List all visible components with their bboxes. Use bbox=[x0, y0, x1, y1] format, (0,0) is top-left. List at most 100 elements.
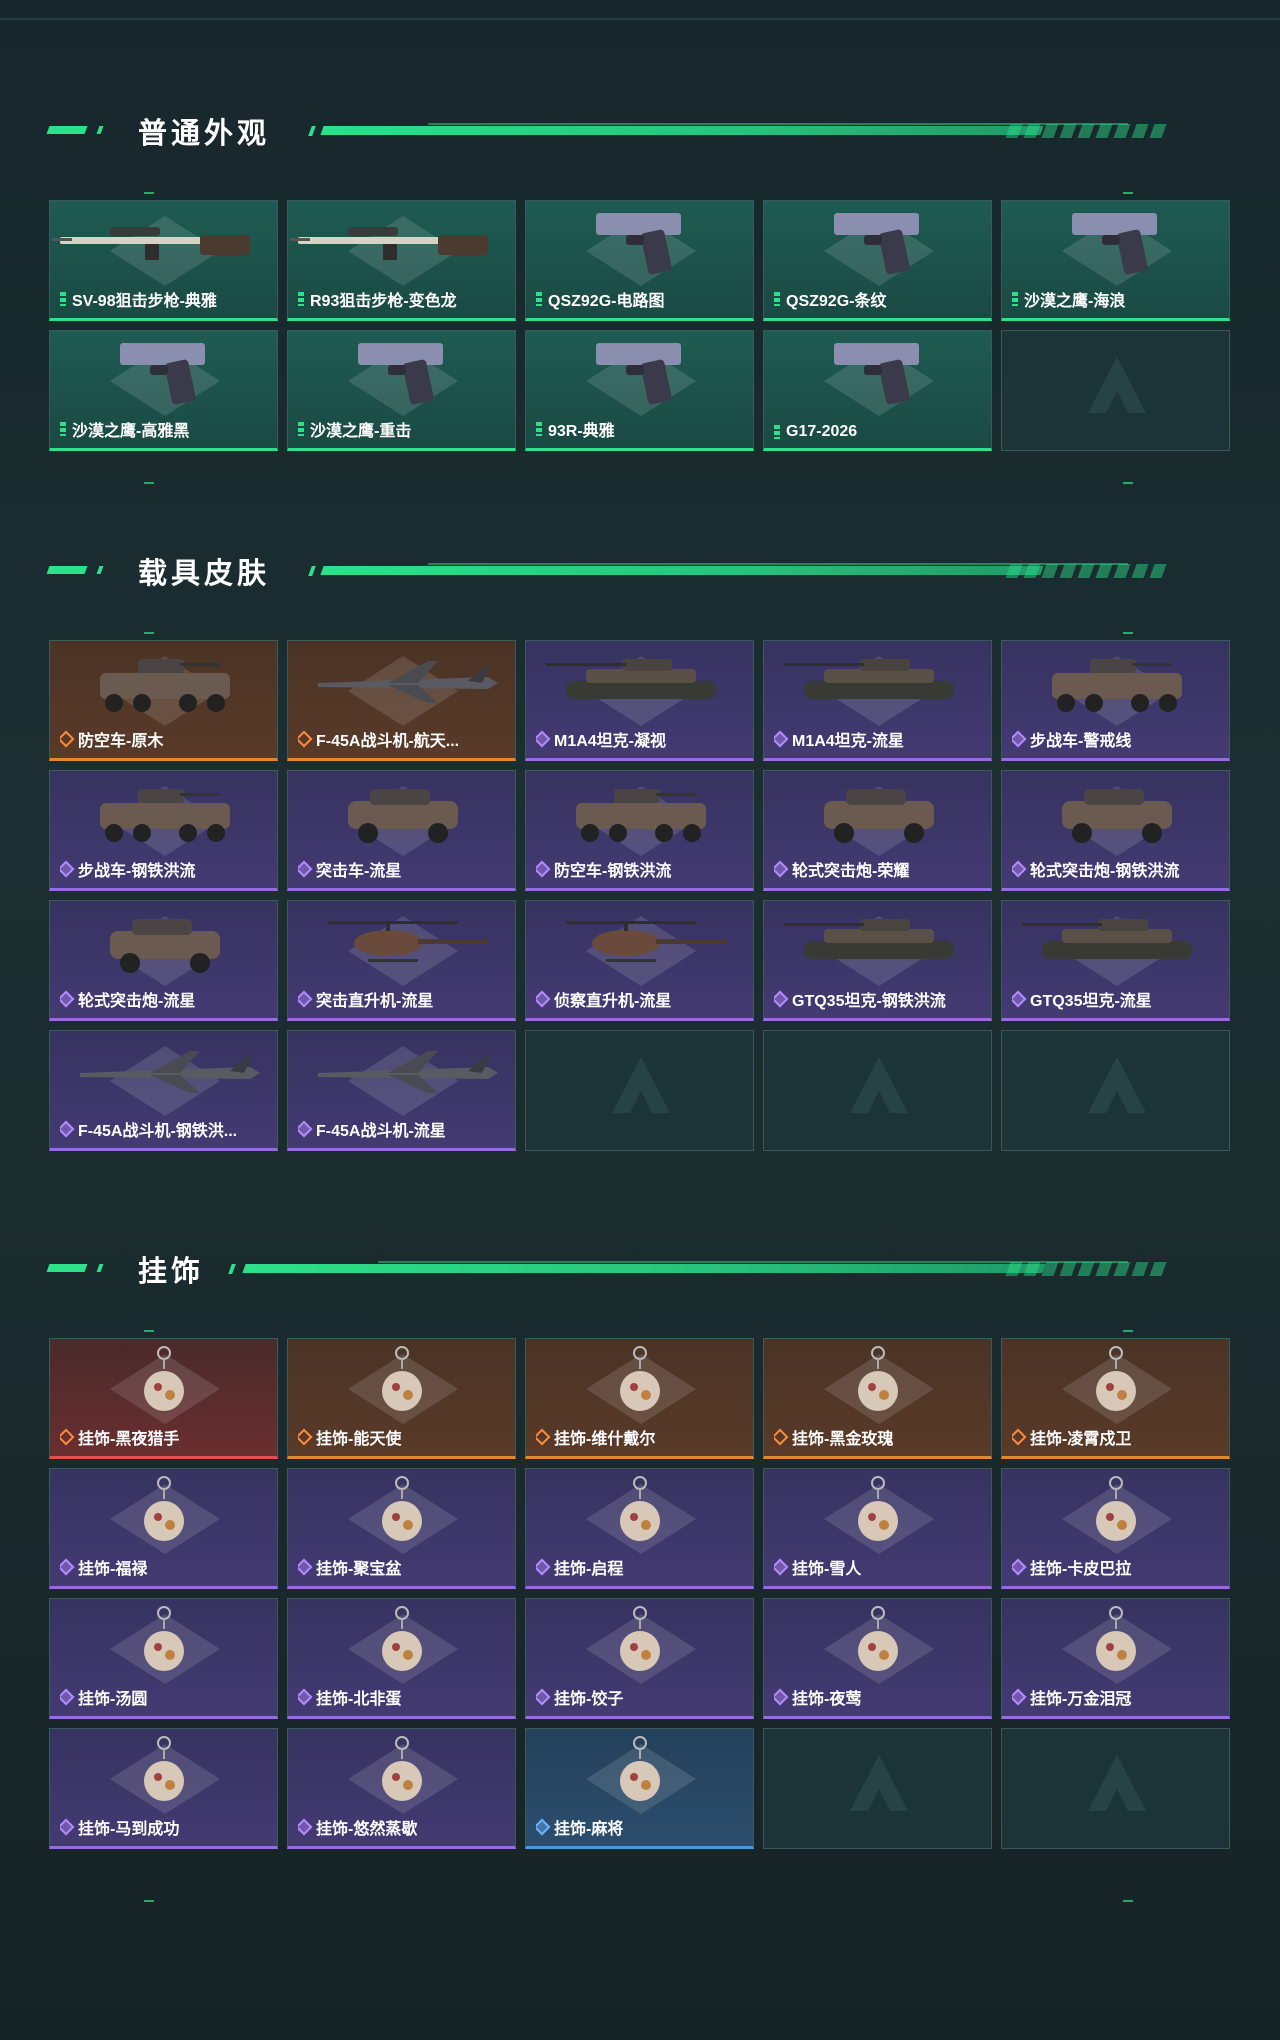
item-card[interactable]: 沙漠之鹰-重击 bbox=[287, 330, 516, 451]
rarity-icon bbox=[298, 1818, 313, 1836]
rarity-icon bbox=[298, 292, 304, 306]
item-card[interactable]: 挂饰-聚宝盆 bbox=[287, 1468, 516, 1589]
rarity-icon bbox=[774, 990, 789, 1008]
item-card[interactable]: QSZ92G-电路图 bbox=[525, 200, 754, 321]
logo-placeholder-icon bbox=[1088, 1057, 1146, 1113]
item-card[interactable]: QSZ92G-条纹 bbox=[763, 200, 992, 321]
item-label: GTQ35坦克-流星 bbox=[1012, 987, 1221, 1011]
corner-tick bbox=[144, 482, 154, 484]
rarity-icon bbox=[60, 422, 66, 436]
charm-icon bbox=[382, 1736, 422, 1801]
item-card[interactable]: 突击车-流星 bbox=[287, 770, 516, 891]
item-name: 挂饰-黑夜猎手 bbox=[78, 1431, 180, 1448]
header-deco bbox=[46, 566, 88, 574]
item-name: SV-98狙击步枪-典雅 bbox=[72, 293, 217, 310]
item-name: 轮式突击炮-流星 bbox=[78, 993, 196, 1010]
item-card[interactable]: F-45A战斗机-航天... bbox=[287, 640, 516, 761]
rarity-icon bbox=[60, 292, 66, 306]
item-card[interactable]: 挂饰-福禄 bbox=[49, 1468, 278, 1589]
item-card[interactable]: 挂饰-马到成功 bbox=[49, 1728, 278, 1849]
item-card[interactable]: M1A4坦克-凝视 bbox=[525, 640, 754, 761]
rarity-icon bbox=[1012, 1428, 1027, 1446]
item-name: 步战车-钢铁洪流 bbox=[78, 863, 196, 880]
item-card[interactable]: 挂饰-夜莺 bbox=[763, 1598, 992, 1719]
item-name: 93R-典雅 bbox=[548, 423, 615, 440]
item-name: 挂饰-维什戴尔 bbox=[554, 1431, 656, 1448]
item-card[interactable]: 挂饰-麻将 bbox=[525, 1728, 754, 1849]
assault-car-icon bbox=[110, 919, 220, 973]
item-label: 挂饰-维什戴尔 bbox=[536, 1425, 745, 1449]
item-card[interactable]: 轮式突击炮-流星 bbox=[49, 900, 278, 1021]
item-card[interactable]: G17-2026 bbox=[763, 330, 992, 451]
item-card[interactable]: 挂饰-凌霄戍卫 bbox=[1001, 1338, 1230, 1459]
item-label: GTQ35坦克-钢铁洪流 bbox=[774, 987, 983, 1011]
charm-icon bbox=[1096, 1346, 1136, 1411]
rarity-icon bbox=[60, 1688, 75, 1706]
item-card[interactable]: 突击直升机-流星 bbox=[287, 900, 516, 1021]
rarity-icon bbox=[60, 730, 75, 748]
item-name: 挂饰-启程 bbox=[554, 1561, 624, 1578]
item-card[interactable]: 轮式突击炮-荣耀 bbox=[763, 770, 992, 891]
armored-vehicle-icon bbox=[100, 659, 230, 712]
item-card[interactable]: 挂饰-卡皮巴拉 bbox=[1001, 1468, 1230, 1589]
item-label: 93R-典雅 bbox=[536, 417, 745, 441]
item-name: 挂饰-卡皮巴拉 bbox=[1030, 1561, 1132, 1578]
item-card[interactable]: 挂饰-黑金玫瑰 bbox=[763, 1338, 992, 1459]
item-card[interactable]: 挂饰-万金泪冠 bbox=[1001, 1598, 1230, 1719]
item-card[interactable]: 防空车-原木 bbox=[49, 640, 278, 761]
item-card[interactable]: GTQ35坦克-流星 bbox=[1001, 900, 1230, 1021]
item-label: 挂饰-悠然蒸歇 bbox=[298, 1815, 507, 1839]
item-card[interactable]: 轮式突击炮-钢铁洪流 bbox=[1001, 770, 1230, 891]
item-card[interactable]: 挂饰-汤圆 bbox=[49, 1598, 278, 1719]
rarity-icon bbox=[298, 1558, 313, 1576]
item-name: 挂饰-万金泪冠 bbox=[1030, 1691, 1132, 1708]
item-card[interactable]: 沙漠之鹰-海浪 bbox=[1001, 200, 1230, 321]
item-card[interactable]: 挂饰-启程 bbox=[525, 1468, 754, 1589]
item-card[interactable]: GTQ35坦克-钢铁洪流 bbox=[763, 900, 992, 1021]
item-label: QSZ92G-电路图 bbox=[536, 287, 745, 311]
corner-tick bbox=[1123, 1330, 1133, 1332]
charm-icon bbox=[144, 1736, 184, 1801]
empty-slot bbox=[1001, 1030, 1230, 1151]
item-name: 挂饰-能天使 bbox=[316, 1431, 402, 1448]
item-card[interactable]: F-45A战斗机-钢铁洪... bbox=[49, 1030, 278, 1151]
item-card[interactable]: 挂饰-北非蛋 bbox=[287, 1598, 516, 1719]
section-charms: 挂饰 挂饰-黑夜猎手 挂饰-能天使 挂饰-维什戴尔 挂饰-黑金玫瑰 挂饰-凌霄戍卫 挂饰-… bbox=[0, 1246, 1280, 1946]
item-card[interactable]: 挂饰-维什戴尔 bbox=[525, 1338, 754, 1459]
item-card[interactable]: 挂饰-饺子 bbox=[525, 1598, 754, 1719]
item-label: 挂饰-黑夜猎手 bbox=[60, 1425, 269, 1449]
item-card[interactable]: R93狙击步枪-变色龙 bbox=[287, 200, 516, 321]
item-label: 防空车-原木 bbox=[60, 727, 269, 751]
logo-placeholder-icon bbox=[850, 1057, 908, 1113]
item-label: 沙漠之鹰-海浪 bbox=[1012, 287, 1221, 311]
item-card[interactable]: F-45A战斗机-流星 bbox=[287, 1030, 516, 1151]
item-card[interactable]: SV-98狙击步枪-典雅 bbox=[49, 200, 278, 321]
item-card[interactable]: 挂饰-黑夜猎手 bbox=[49, 1338, 278, 1459]
item-label: 挂饰-马到成功 bbox=[60, 1815, 269, 1839]
item-label: F-45A战斗机-钢铁洪... bbox=[60, 1117, 269, 1141]
item-card[interactable]: 挂饰-雪人 bbox=[763, 1468, 992, 1589]
corner-tick bbox=[144, 1900, 154, 1902]
fighter-jet-icon bbox=[80, 1051, 260, 1093]
header-deco bbox=[96, 126, 104, 134]
item-card[interactable]: 步战车-警戒线 bbox=[1001, 640, 1230, 761]
item-card[interactable]: M1A4坦克-流星 bbox=[763, 640, 992, 761]
item-card[interactable]: 侦察直升机-流星 bbox=[525, 900, 754, 1021]
item-card[interactable]: 挂饰-悠然蒸歇 bbox=[287, 1728, 516, 1849]
item-card[interactable]: 步战车-钢铁洪流 bbox=[49, 770, 278, 891]
item-label: 挂饰-北非蛋 bbox=[298, 1685, 507, 1709]
item-label: 挂饰-卡皮巴拉 bbox=[1012, 1555, 1221, 1579]
item-name: 沙漠之鹰-重击 bbox=[310, 423, 412, 440]
item-name: M1A4坦克-流星 bbox=[792, 733, 905, 750]
item-card[interactable]: 挂饰-能天使 bbox=[287, 1338, 516, 1459]
item-card[interactable]: 93R-典雅 bbox=[525, 330, 754, 451]
item-label: 挂饰-黑金玫瑰 bbox=[774, 1425, 983, 1449]
item-name: QSZ92G-条纹 bbox=[786, 293, 887, 310]
rarity-icon bbox=[536, 860, 551, 878]
item-card[interactable]: 沙漠之鹰-高雅黑 bbox=[49, 330, 278, 451]
item-label: G17-2026 bbox=[774, 423, 983, 441]
item-name: 挂饰-聚宝盆 bbox=[316, 1561, 402, 1578]
item-card[interactable]: 防空车-钢铁洪流 bbox=[525, 770, 754, 891]
logo-placeholder-icon bbox=[850, 1755, 908, 1811]
item-name: G17-2026 bbox=[786, 423, 858, 440]
